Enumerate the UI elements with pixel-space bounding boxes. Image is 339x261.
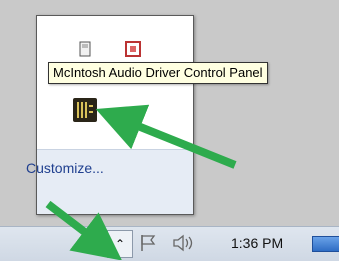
mcintosh-audio-icon[interactable] — [72, 97, 98, 123]
usb-device-icon[interactable] — [76, 40, 94, 58]
overflow-panel-footer — [37, 149, 193, 214]
tooltip: McIntosh Audio Driver Control Panel — [48, 62, 268, 84]
app-icon[interactable] — [124, 40, 142, 58]
flag-icon[interactable] — [138, 233, 158, 253]
show-hidden-icons-button[interactable]: ⌃ — [107, 230, 133, 258]
show-desktop-button[interactable] — [312, 236, 339, 252]
taskbar-clock[interactable]: 1:36 PM — [231, 231, 283, 255]
taskbar — [0, 226, 339, 261]
notification-area-overflow-panel — [36, 15, 194, 215]
customize-link[interactable]: Customize... — [26, 160, 104, 176]
speaker-icon[interactable] — [172, 233, 198, 253]
chevron-up-icon: ⌃ — [114, 237, 126, 251]
